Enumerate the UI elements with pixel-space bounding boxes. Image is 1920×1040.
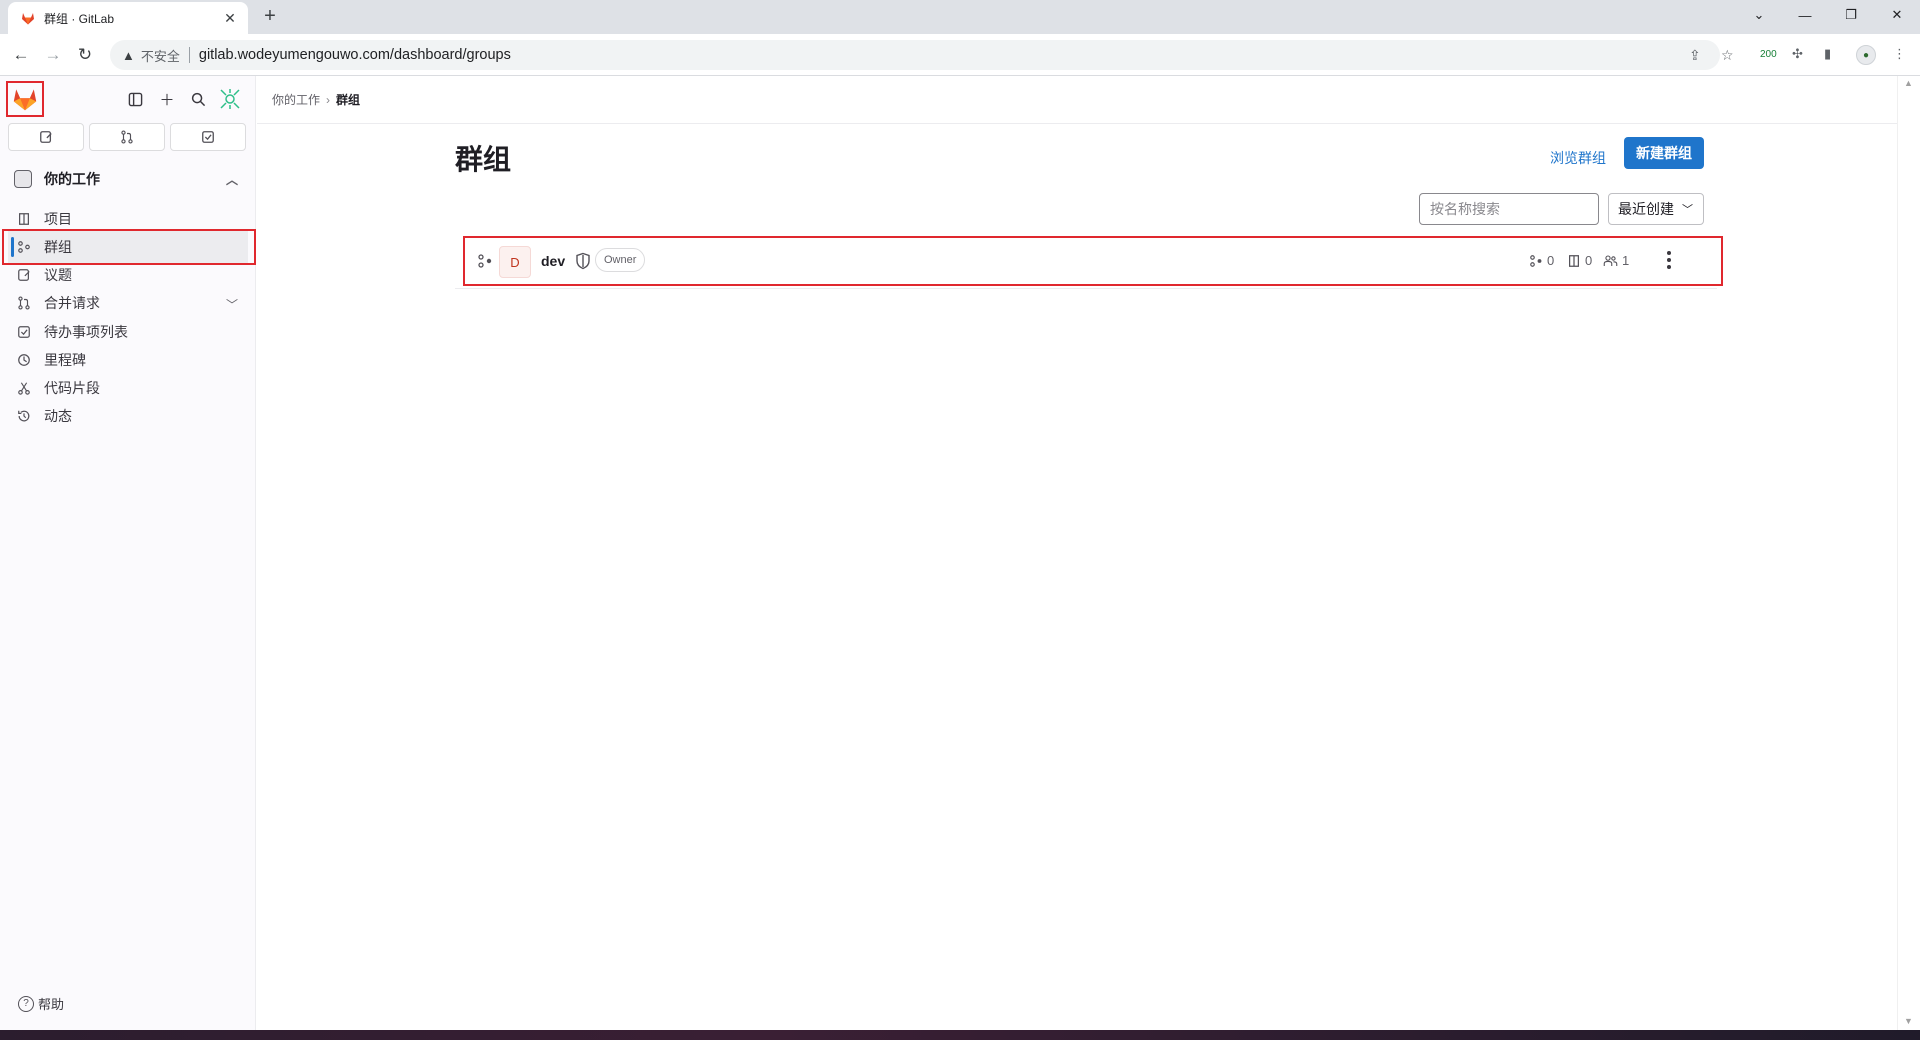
sidebar-item-merge-requests[interactable]: 合并请求 ﹀ <box>8 287 248 319</box>
scroll-up-icon[interactable]: ▲ <box>1904 78 1913 88</box>
side-panel-icon[interactable]: ▮ <box>1824 46 1831 62</box>
tab-close-icon[interactable]: ✕ <box>222 10 238 27</box>
explore-groups-link[interactable]: 浏览群组 <box>1550 148 1606 168</box>
gitlab-favicon-icon <box>22 13 34 25</box>
os-taskbar <box>0 1030 1920 1040</box>
profile-avatar[interactable]: ● <box>1856 45 1876 65</box>
forward-icon[interactable]: → <box>41 43 65 67</box>
section-title: 你的工作 <box>44 171 100 187</box>
briefcase-icon <box>14 170 32 188</box>
project-icon <box>1569 254 1579 267</box>
row-divider <box>455 288 1717 289</box>
group-icon <box>478 254 492 268</box>
merge-request-icon <box>16 295 32 311</box>
gitlab-page: ＋ 你的工作 ︿ 项目 群组 议题 合并请求 ﹀ 待办事项列表 里程碑 代码片段… <box>0 76 1920 1030</box>
help-label: 帮助 <box>38 997 65 1012</box>
sidebar-toggle-icon[interactable] <box>123 87 147 111</box>
restore-icon[interactable]: ❐ <box>1828 0 1874 30</box>
search-input[interactable] <box>1419 193 1599 225</box>
tab-search-icon[interactable]: ⌄ <box>1736 0 1782 30</box>
breadcrumb-separator-icon: › <box>326 92 331 107</box>
todo-icon <box>202 131 214 143</box>
issues-counter-button[interactable] <box>8 123 84 151</box>
browser-tab[interactable]: 群组 · GitLab ✕ <box>8 2 248 34</box>
breadcrumb-current[interactable]: 群组 <box>336 91 360 108</box>
back-icon[interactable]: ← <box>9 43 33 67</box>
group-avatar[interactable]: D <box>499 246 531 278</box>
address-bar[interactable]: ▲ 不安全 gitlab.wodeyumengouwo.com/dashboar… <box>110 40 1720 70</box>
scroll-down-icon[interactable]: ▼ <box>1904 1016 1913 1026</box>
url-text[interactable]: gitlab.wodeyumengouwo.com/dashboard/grou… <box>199 47 511 63</box>
issues-icon <box>16 267 32 283</box>
projects-count-value: 0 <box>1585 253 1593 268</box>
browser-tabbar: 群组 · GitLab ✕ + ⌄ — ❐ ✕ <box>0 0 1920 34</box>
role-badge: Owner <box>595 248 646 272</box>
minimize-icon[interactable]: — <box>1782 0 1828 30</box>
chevron-down-icon: ﹀ <box>225 298 238 312</box>
projects-count[interactable]: 0 <box>1567 253 1592 268</box>
sidebar: ＋ 你的工作 ︿ 项目 群组 议题 合并请求 ﹀ 待办事项列表 里程碑 代码片段… <box>0 76 256 1030</box>
bookmark-star-icon[interactable]: ☆ <box>1721 47 1734 64</box>
sidebar-item-activity[interactable]: 动态 <box>8 400 248 432</box>
group-icon <box>16 239 32 255</box>
group-row[interactable]: D dev Owner 0 0 1 <box>463 236 1723 286</box>
new-group-button[interactable]: 新建群组 <box>1624 137 1704 169</box>
merge-request-icon <box>121 130 133 144</box>
gitlab-logo[interactable] <box>6 81 44 117</box>
help-icon: ? <box>18 995 34 1012</box>
help-button[interactable]: ? 帮助 <box>18 994 64 1013</box>
main-content: 你的工作 › 群组 群组 浏览群组 新建群组 最近创建 ﹀ D dev Owne… <box>257 76 1897 1030</box>
reload-icon[interactable]: ↻ <box>73 43 97 67</box>
subgroups-count[interactable]: 0 <box>1529 253 1554 268</box>
project-icon <box>16 211 32 227</box>
extension-badge[interactable]: 200 <box>1760 49 1777 60</box>
todo-icon <box>16 324 32 340</box>
sidebar-item-label: 群组 <box>44 239 72 255</box>
breadcrumb: 你的工作 › 群组 <box>257 76 1897 124</box>
activity-icon <box>16 408 32 424</box>
sidebar-item-label: 项目 <box>44 211 72 227</box>
sidebar-item-label: 待办事项列表 <box>44 324 128 340</box>
sidebar-item-label: 代码片段 <box>44 380 100 396</box>
insecure-label[interactable]: 不安全 <box>141 46 180 65</box>
gitlab-tanuki-icon <box>13 89 37 111</box>
sidebar-item-label: 议题 <box>44 267 72 283</box>
page-title: 群组 <box>455 144 512 175</box>
warning-icon[interactable]: ▲ <box>122 48 135 63</box>
users-icon <box>1603 254 1618 266</box>
sort-label: 最近创建 <box>1618 201 1674 217</box>
breadcrumb-parent[interactable]: 你的工作 <box>272 91 320 108</box>
merge-requests-counter-button[interactable] <box>89 123 165 151</box>
create-new-icon[interactable]: ＋ <box>155 87 179 111</box>
page-scrollbar[interactable]: ▲ ▼ <box>1897 76 1920 1030</box>
browser-toolbar: ← → ↻ ▲ 不安全 gitlab.wodeyumengouwo.com/da… <box>0 34 1920 76</box>
search-icon[interactable] <box>186 87 210 111</box>
sidebar-item-label: 里程碑 <box>44 352 86 368</box>
group-name-link[interactable]: dev <box>541 253 565 269</box>
sidebar-item-label: 动态 <box>44 408 72 424</box>
sidebar-item-label: 合并请求 <box>44 295 100 311</box>
new-tab-icon[interactable]: + <box>258 4 282 28</box>
chevron-down-icon: ﹀ <box>1682 204 1693 216</box>
share-icon[interactable]: ⇪ <box>1689 47 1701 64</box>
more-actions-icon[interactable] <box>1661 248 1677 272</box>
shield-icon <box>576 252 590 270</box>
your-work-section-toggle[interactable]: 你的工作 ︿ <box>8 163 248 195</box>
issues-icon <box>40 131 52 143</box>
extensions-puzzle-icon[interactable]: ✣ <box>1792 46 1803 62</box>
todos-counter-button[interactable] <box>170 123 246 151</box>
user-avatar-icon[interactable] <box>218 87 242 111</box>
members-count-value: 1 <box>1622 253 1630 268</box>
browser-menu-icon[interactable]: ⋮ <box>1893 46 1906 62</box>
address-divider <box>188 47 190 63</box>
sort-dropdown[interactable]: 最近创建 ﹀ <box>1608 193 1704 225</box>
subgroups-count-value: 0 <box>1547 253 1555 268</box>
subgroup-icon <box>1530 254 1542 267</box>
close-window-icon[interactable]: ✕ <box>1874 0 1920 30</box>
milestone-icon <box>16 352 32 368</box>
chevron-up-icon: ︿ <box>225 173 238 187</box>
snippet-icon <box>16 380 32 396</box>
members-count[interactable]: 1 <box>1603 253 1629 268</box>
tab-title: 群组 · GitLab <box>44 11 115 26</box>
